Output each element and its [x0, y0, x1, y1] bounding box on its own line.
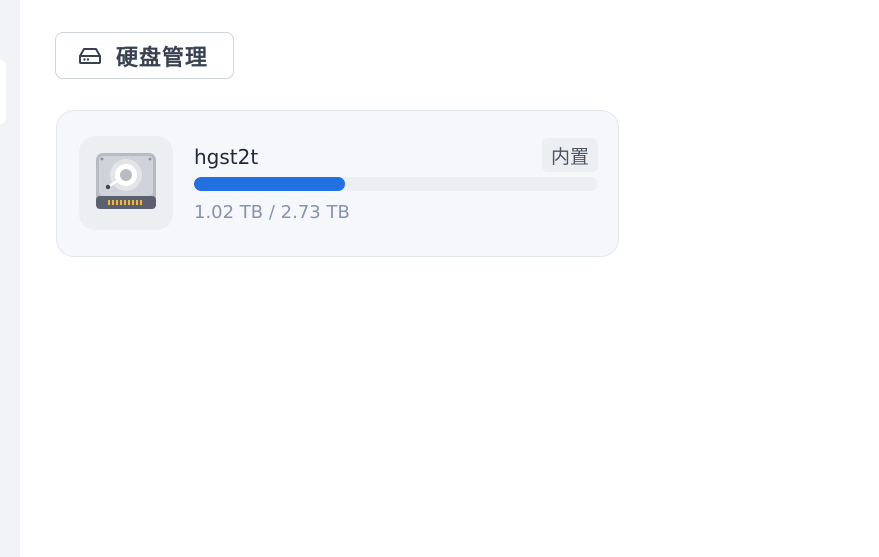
disk-usage-fill: [194, 177, 346, 191]
hard-disk-icon: [94, 149, 158, 217]
disk-type-badge: 内置: [542, 138, 598, 172]
section-title-button[interactable]: 硬盘管理: [55, 32, 234, 79]
page: 硬盘管理 hgst2t 内置 1.02 TB / 2.73 TB: [0, 0, 879, 557]
disk-icon-container: [79, 136, 173, 230]
section-title: 硬盘管理: [116, 45, 209, 71]
hard-drive-icon: [78, 47, 102, 65]
disk-usage-text: 1.02 TB / 2.73 TB: [194, 202, 350, 223]
disk-usage-bar: [194, 177, 598, 191]
disk-name: hgst2t: [194, 145, 259, 169]
disk-card[interactable]: hgst2t 内置 1.02 TB / 2.73 TB: [56, 110, 619, 257]
sidebar-active-indicator: [0, 60, 6, 124]
